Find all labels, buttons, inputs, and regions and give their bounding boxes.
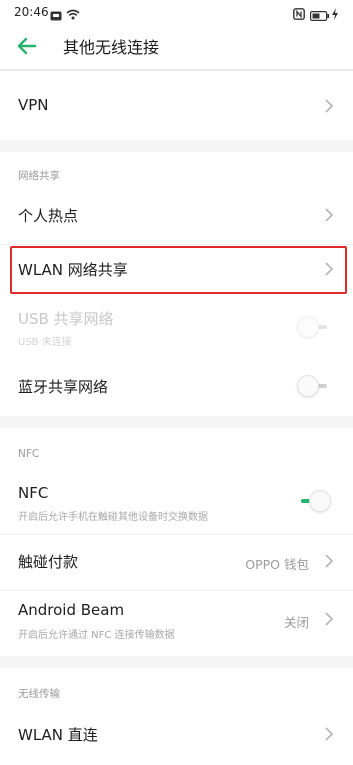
row-label: Android Beam — [18, 601, 125, 619]
highlight-box — [10, 246, 347, 294]
section-divider — [0, 140, 353, 152]
row-subtitle: 开启后允许手机在触碰其他设备时交换数据 — [18, 512, 208, 523]
row-subtitle: 开启后允许通过 NFC 连接传输数据 — [18, 630, 175, 641]
nfc-toggle[interactable] — [297, 490, 331, 512]
chevron-right-icon — [323, 726, 335, 742]
chevron-right-icon — [323, 207, 335, 223]
row-value: 关闭 — [283, 615, 309, 630]
settings-row-android-beam[interactable]: Android Beam 开启后允许通过 NFC 连接传输数据 关闭 — [0, 594, 353, 648]
row-label: VPN — [18, 96, 49, 114]
row-label: 触碰付款 — [18, 553, 79, 571]
section-label-wireless-transfer: 无线传输 — [18, 688, 60, 700]
message-icon — [50, 6, 62, 25]
back-arrow-icon[interactable] — [16, 35, 38, 57]
settings-row-bluetooth-tethering[interactable]: 蓝牙共享网络 — [0, 360, 353, 410]
row-label: WLAN 直连 — [18, 726, 98, 744]
section-divider — [0, 656, 353, 668]
row-label: 个人热点 — [18, 207, 79, 225]
app-header: 其他无线连接 — [0, 24, 353, 68]
section-divider — [0, 416, 353, 428]
row-label: NFC — [18, 484, 49, 502]
settings-row-nfc[interactable]: NFC 开启后允许手机在触碰其他设备时交换数据 — [0, 474, 353, 528]
usb-tethering-toggle — [297, 316, 331, 338]
bluetooth-tethering-toggle[interactable] — [297, 375, 331, 397]
battery-icon — [310, 6, 330, 25]
section-label-nfc: NFC — [18, 448, 40, 460]
settings-row-personal-hotspot[interactable]: 个人热点 — [0, 192, 353, 240]
divider — [0, 244, 353, 245]
settings-row-wlan-direct[interactable]: WLAN 直连 — [0, 712, 353, 760]
divider — [0, 590, 353, 591]
settings-row-usb-tethering: USB 共享网络 USB 未连接 — [0, 300, 353, 354]
status-time: 20:46 — [14, 5, 49, 19]
page-title: 其他无线连接 — [63, 38, 160, 57]
wifi-icon — [66, 5, 80, 24]
row-label: USB 共享网络 — [18, 310, 114, 328]
chevron-right-icon — [323, 611, 335, 627]
row-value: OPPO 钱包 — [245, 557, 309, 572]
status-bar: 20:46 — [0, 0, 353, 24]
chevron-right-icon — [323, 98, 335, 114]
row-label: 蓝牙共享网络 — [18, 378, 109, 396]
settings-row-tap-and-pay[interactable]: 触碰付款 OPPO 钱包 — [0, 538, 353, 586]
chevron-right-icon — [323, 553, 335, 569]
row-subtitle: USB 未连接 — [18, 337, 72, 348]
charging-icon — [331, 5, 339, 24]
divider — [0, 534, 353, 535]
settings-row-vpn[interactable]: VPN — [0, 82, 353, 130]
nfc-icon — [293, 5, 305, 24]
header-divider — [0, 69, 353, 71]
section-label-tethering: 网络共享 — [18, 170, 60, 182]
